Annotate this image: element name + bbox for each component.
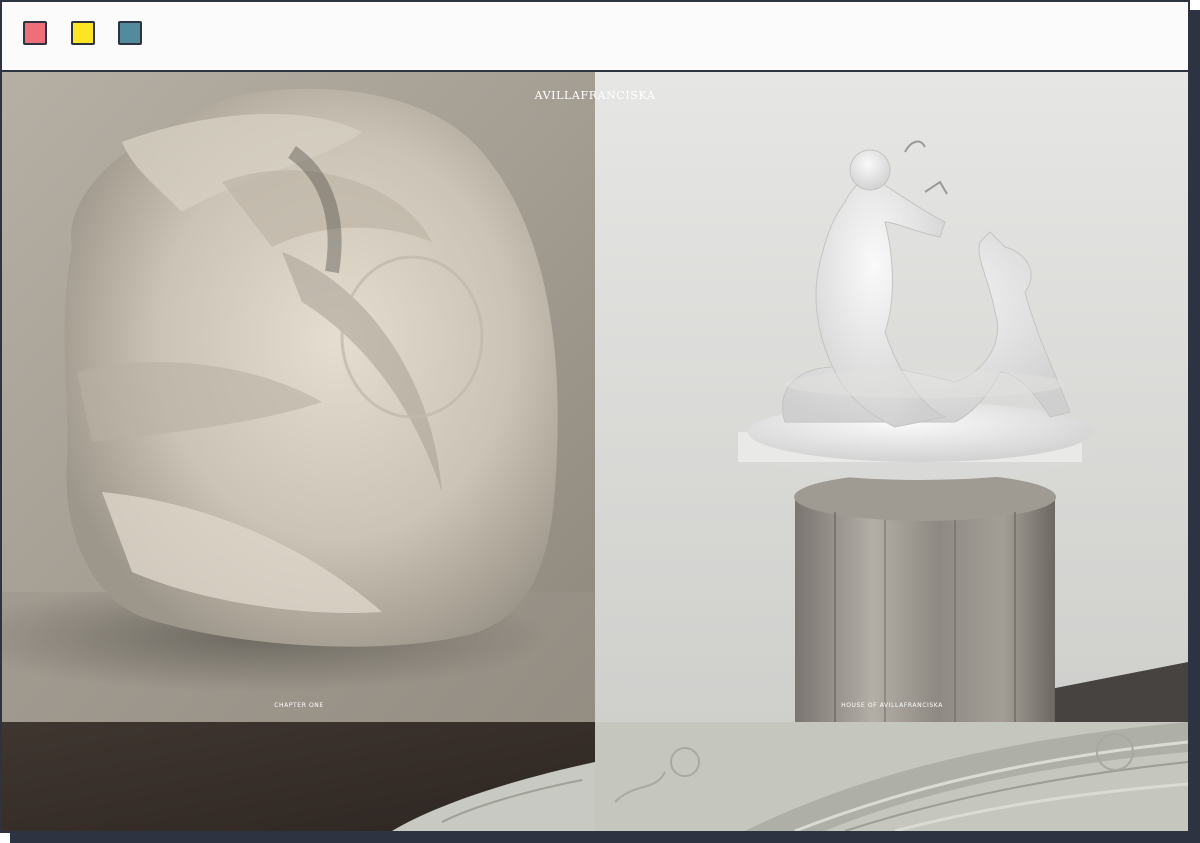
brand-logo-link[interactable]: AVILLAFRANCISKA [2,89,1188,102]
browser-window: AVILLAFRANCISKA CHAPTER ONE HOUSE OF AVI… [0,0,1190,833]
jacquard-fabric-graphic [595,722,1188,831]
dark-fabric-photo[interactable] [2,722,595,831]
bag-photo-graphic [2,72,595,722]
figurine-photo[interactable] [595,72,1188,722]
page-content: AVILLAFRANCISKA CHAPTER ONE HOUSE OF AVI… [2,72,1188,831]
jacquard-fabric-photo[interactable] [595,722,1188,831]
chapter-one-caption[interactable]: CHAPTER ONE [199,702,399,709]
minimize-button[interactable] [71,21,95,45]
figurine-photo-graphic [595,72,1188,722]
house-caption[interactable]: HOUSE OF AVILLAFRANCISKA [792,702,992,709]
bag-photo[interactable] [2,72,595,722]
dark-fabric-graphic [2,722,595,831]
close-button[interactable] [23,21,47,45]
window-titlebar [2,2,1188,72]
maximize-button[interactable] [118,21,142,45]
